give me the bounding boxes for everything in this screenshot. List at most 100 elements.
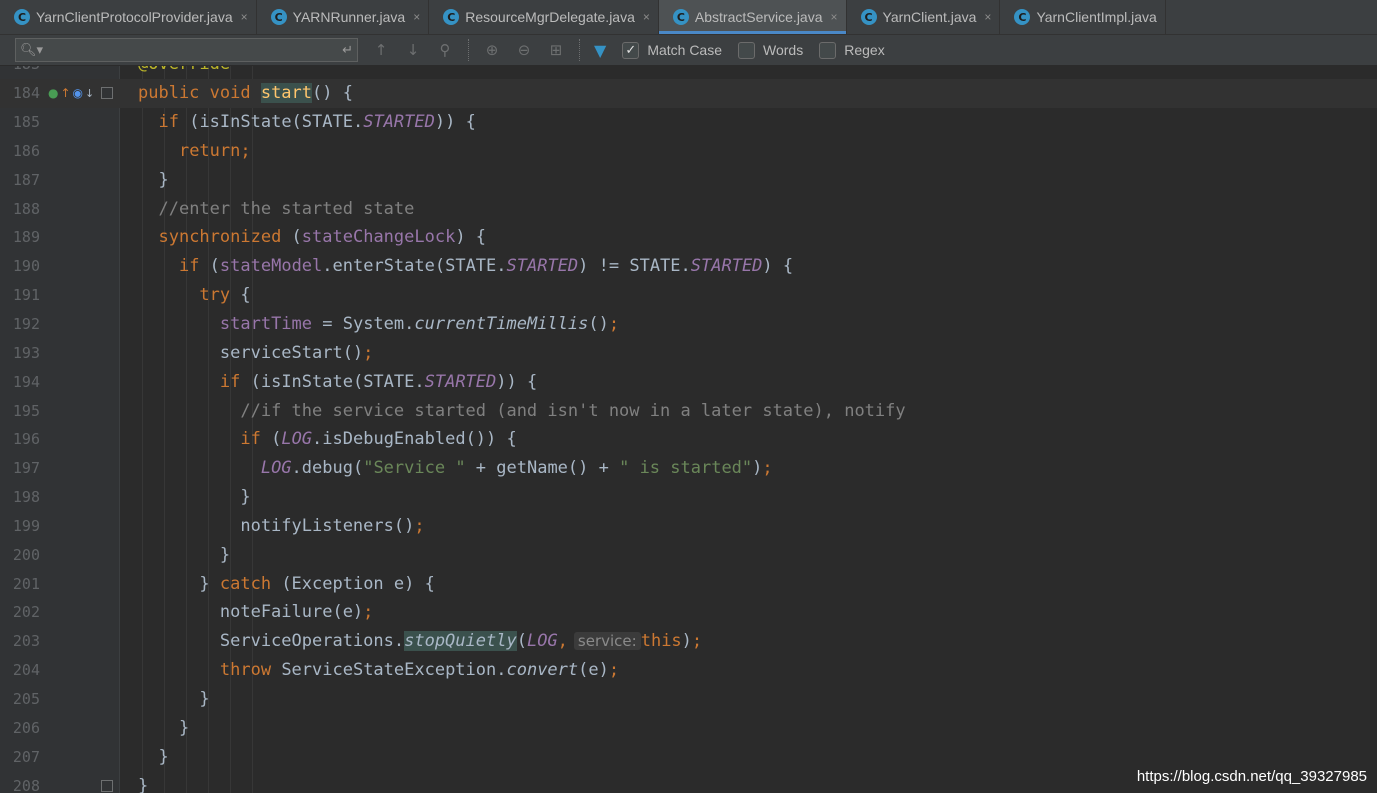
match-case-option[interactable]: ✓ Match Case bbox=[622, 41, 723, 59]
regex-option[interactable]: Regex bbox=[819, 41, 885, 59]
line-text: public void start() { bbox=[138, 83, 353, 104]
code-line[interactable]: 200 } bbox=[0, 540, 1377, 569]
code-line[interactable]: 187 } bbox=[0, 165, 1377, 194]
close-icon[interactable]: × bbox=[831, 10, 838, 24]
code-line[interactable]: 192 startTime = System.currentTimeMillis… bbox=[0, 310, 1377, 339]
up-arrow-icon[interactable]: ↑ bbox=[60, 86, 70, 100]
line-text: notifyListeners(); bbox=[138, 515, 425, 536]
regex-label: Regex bbox=[844, 42, 885, 58]
class-icon: C bbox=[443, 9, 460, 25]
search-icon[interactable]: 🔍︎▾ bbox=[20, 43, 43, 58]
code-line[interactable]: 202 noteFailure(e); bbox=[0, 598, 1377, 627]
watermark-text: https://blog.csdn.net/qq_39327985 bbox=[1136, 768, 1367, 785]
implements-icon[interactable]: ● bbox=[48, 86, 58, 100]
code-line[interactable]: 199 notifyListeners(); bbox=[0, 512, 1377, 541]
search-field[interactable]: 🔍︎▾ ↵ bbox=[15, 38, 358, 62]
down-arrow-icon[interactable]: ↓ bbox=[85, 87, 94, 100]
tab-yarnclientprotocolprovider[interactable]: C YarnClientProtocolProvider.java × bbox=[0, 0, 257, 34]
gutter-markers[interactable]: ● ↑ ◉ ↓ bbox=[48, 86, 94, 100]
editor-tab-bar: C YarnClientProtocolProvider.java × C YA… bbox=[0, 0, 1377, 35]
enter-icon: ↵ bbox=[342, 42, 353, 58]
add-selection-icon[interactable]: ⊕ bbox=[483, 41, 501, 59]
code-line[interactable]: 189 synchronized (stateChangeLock) { bbox=[0, 223, 1377, 252]
code-line[interactable]: 207 } bbox=[0, 742, 1377, 771]
code-line[interactable]: 198 } bbox=[0, 483, 1377, 512]
code-line[interactable]: 191 try { bbox=[0, 281, 1377, 310]
code-line[interactable]: 205 } bbox=[0, 685, 1377, 714]
code-line[interactable]: 203 ServiceOperations.stopQuietly(LOG, se… bbox=[0, 627, 1377, 656]
line-number: 199 bbox=[12, 516, 40, 535]
code-line[interactable]: 195 //if the service started (and isn't … bbox=[0, 396, 1377, 425]
previous-occurrence-icon[interactable]: ↑ bbox=[372, 41, 390, 59]
code-line[interactable]: 193 serviceStart(); bbox=[0, 338, 1377, 367]
tab-yarnrunner[interactable]: C YARNRunner.java × bbox=[257, 0, 430, 34]
tab-label: ResourceMgrDelegate.java bbox=[465, 9, 635, 25]
line-text: throw ServiceStateException.convert(e); bbox=[219, 660, 620, 681]
code-line[interactable]: 197 LOG.debug("Service " + getName() + "… bbox=[0, 454, 1377, 483]
line-number: 203 bbox=[12, 632, 40, 651]
line-number: 190 bbox=[12, 257, 40, 276]
line-text: serviceStart(); bbox=[138, 342, 374, 363]
filter-icon[interactable]: ▼ bbox=[594, 41, 606, 60]
match-case-checkbox[interactable]: ✓ bbox=[622, 41, 640, 59]
code-line[interactable]: 201 } catch (Exception e) { bbox=[0, 569, 1377, 598]
code-line[interactable]: 206 } bbox=[0, 713, 1377, 742]
words-option[interactable]: Words bbox=[738, 41, 804, 59]
line-text: //enter the started state bbox=[158, 198, 415, 219]
line-text: } bbox=[138, 775, 149, 793]
fold-icon[interactable] bbox=[101, 779, 113, 792]
code-lines: 183 @Override 184 ● ↑ ◉ ↓ public void st… bbox=[0, 66, 1377, 793]
line-text: if (isInState(STATE.STARTED)) { bbox=[158, 112, 476, 133]
tab-resourcemgrdelegate[interactable]: C ResourceMgrDelegate.java × bbox=[429, 0, 659, 34]
line-text: startTime = System.currentTimeMillis(); bbox=[219, 314, 620, 335]
code-line[interactable]: 185 if (isInState(STATE.STARTED)) { bbox=[0, 108, 1377, 137]
tab-abstractservice[interactable]: C AbstractService.java × bbox=[658, 0, 847, 34]
code-line[interactable]: 183 @Override bbox=[0, 66, 1377, 79]
line-text: if (LOG.isDebugEnabled()) { bbox=[240, 429, 517, 450]
match-case-label: Match Case bbox=[647, 42, 723, 58]
code-line[interactable]: 188 //enter the started state bbox=[0, 194, 1377, 223]
close-icon[interactable]: × bbox=[413, 10, 420, 24]
close-icon[interactable]: × bbox=[241, 10, 248, 24]
tab-label: YarnClientImpl.java bbox=[1036, 9, 1157, 25]
line-text: } catch (Exception e) { bbox=[138, 573, 435, 594]
line-number: 184 bbox=[12, 84, 40, 103]
code-line[interactable]: 190 if (stateModel.enterState(STATE.STAR… bbox=[0, 252, 1377, 281]
code-editor[interactable]: 183 @Override 184 ● ↑ ◉ ↓ public void st… bbox=[0, 66, 1377, 793]
toolbar-separator bbox=[468, 39, 469, 61]
class-icon: C bbox=[270, 9, 287, 25]
tab-yarnclient[interactable]: C YarnClient.java × bbox=[847, 0, 1001, 34]
next-occurrence-icon[interactable]: ↓ bbox=[404, 41, 422, 59]
line-number: 205 bbox=[12, 689, 40, 708]
tab-yarnclientimpl[interactable]: C YarnClientImpl.java bbox=[1000, 0, 1166, 34]
tab-label: AbstractService.java bbox=[694, 9, 823, 25]
select-all-occurrences-icon[interactable]: ⊞ bbox=[547, 41, 565, 59]
close-icon[interactable]: × bbox=[984, 10, 991, 24]
find-bar: 🔍︎▾ ↵ ↑ ↓ ⚲ ⊕ ⊖ ⊞ ▼ ✓ Match Case Words R… bbox=[0, 35, 1377, 66]
code-line[interactable]: 186 return; bbox=[0, 137, 1377, 166]
words-label: Words bbox=[763, 42, 804, 58]
code-line[interactable]: 204 throw ServiceStateException.convert(… bbox=[0, 656, 1377, 685]
tab-label: YARNRunner.java bbox=[292, 9, 406, 25]
class-icon: C bbox=[860, 9, 877, 25]
close-icon[interactable]: × bbox=[643, 10, 650, 24]
line-text: } bbox=[138, 169, 169, 190]
class-icon: C bbox=[14, 9, 30, 25]
line-text: LOG.debug("Service " + getName() + " is … bbox=[260, 458, 773, 479]
search-input[interactable] bbox=[43, 41, 343, 59]
words-checkbox[interactable] bbox=[738, 41, 756, 59]
code-line[interactable]: 194 if (isInState(STATE.STARTED)) { bbox=[0, 367, 1377, 396]
line-number: 202 bbox=[12, 603, 40, 622]
code-line[interactable]: 184 ● ↑ ◉ ↓ public void start() { bbox=[0, 78, 1377, 108]
class-icon: C bbox=[672, 9, 689, 25]
regex-checkbox[interactable] bbox=[819, 41, 837, 59]
find-all-icon[interactable]: ⚲ bbox=[436, 41, 454, 59]
remove-selection-icon[interactable]: ⊖ bbox=[515, 41, 533, 59]
line-number: 206 bbox=[12, 718, 40, 737]
parameter-hint: service: bbox=[573, 632, 641, 651]
fold-icon[interactable] bbox=[101, 87, 113, 100]
overridden-icon[interactable]: ◉ bbox=[73, 86, 83, 100]
line-text: synchronized (stateChangeLock) { bbox=[158, 227, 487, 248]
code-line[interactable]: 196 if (LOG.isDebugEnabled()) { bbox=[0, 425, 1377, 454]
tab-label: YarnClient.java bbox=[882, 9, 977, 25]
